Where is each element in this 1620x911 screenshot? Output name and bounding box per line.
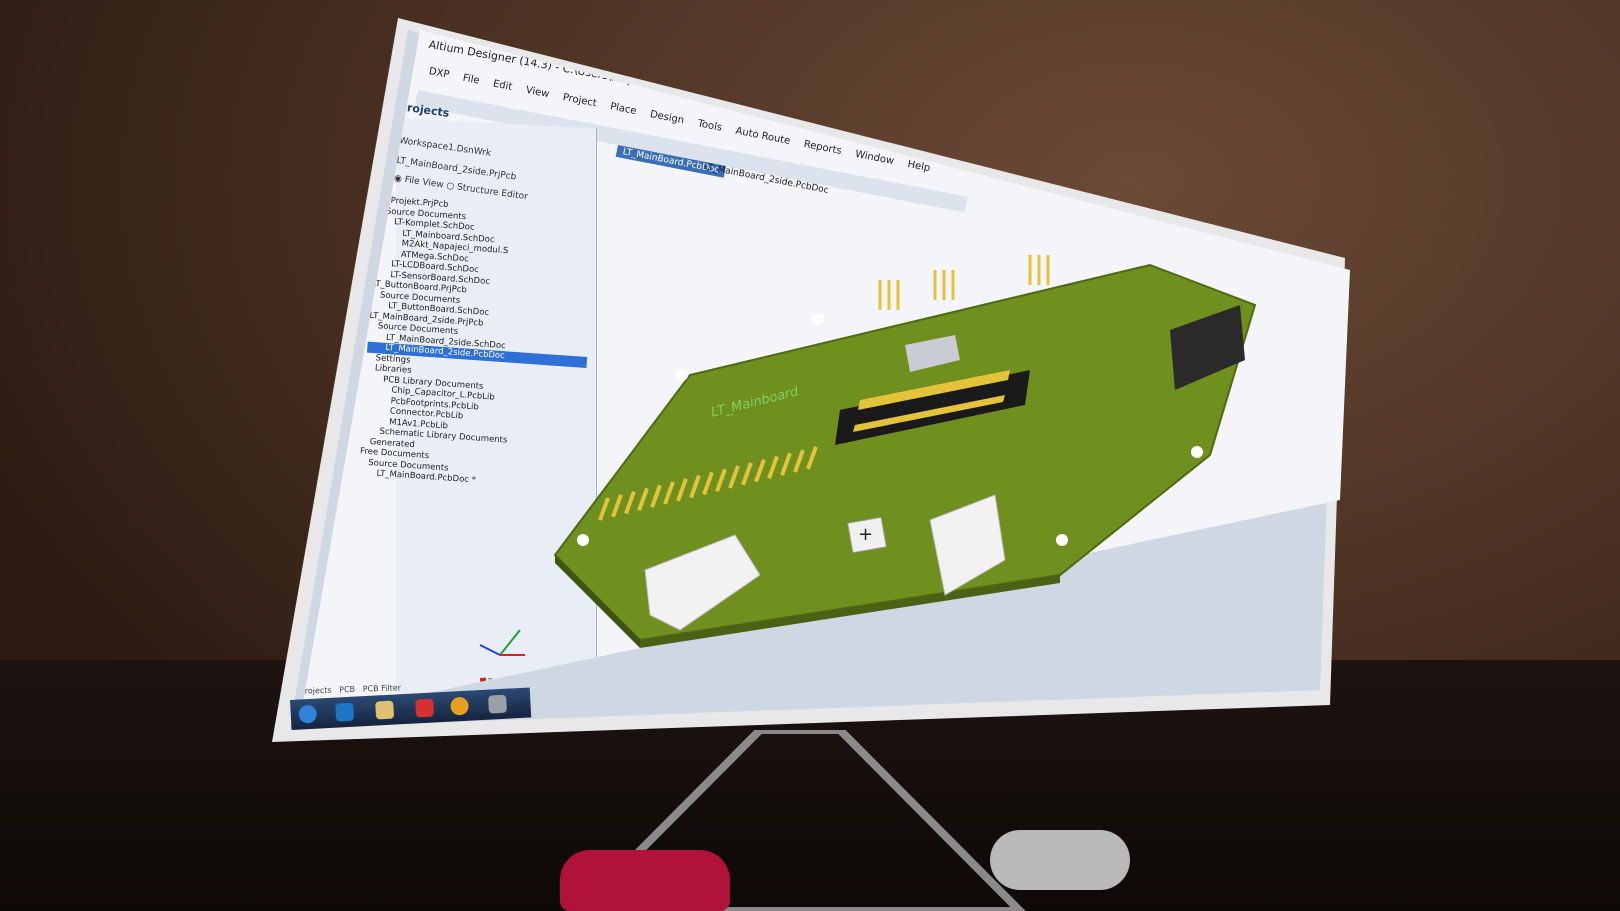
axis-gizmo xyxy=(479,629,525,656)
svg-text:+: + xyxy=(858,524,873,545)
internet-explorer-icon[interactable] xyxy=(335,702,355,722)
pcb-3d-view[interactable]: + xyxy=(0,0,1620,911)
mount-hole xyxy=(676,369,688,381)
mount-hole xyxy=(1191,446,1203,458)
altium-taskbar-icon[interactable] xyxy=(488,694,507,714)
mount-hole xyxy=(1056,534,1068,546)
start-button-icon[interactable] xyxy=(298,704,318,724)
chrome-icon[interactable] xyxy=(450,696,470,716)
mount-hole xyxy=(812,313,824,325)
mount-hole xyxy=(577,534,589,546)
folder-icon[interactable] xyxy=(375,700,395,720)
media-player-icon[interactable] xyxy=(415,698,435,718)
